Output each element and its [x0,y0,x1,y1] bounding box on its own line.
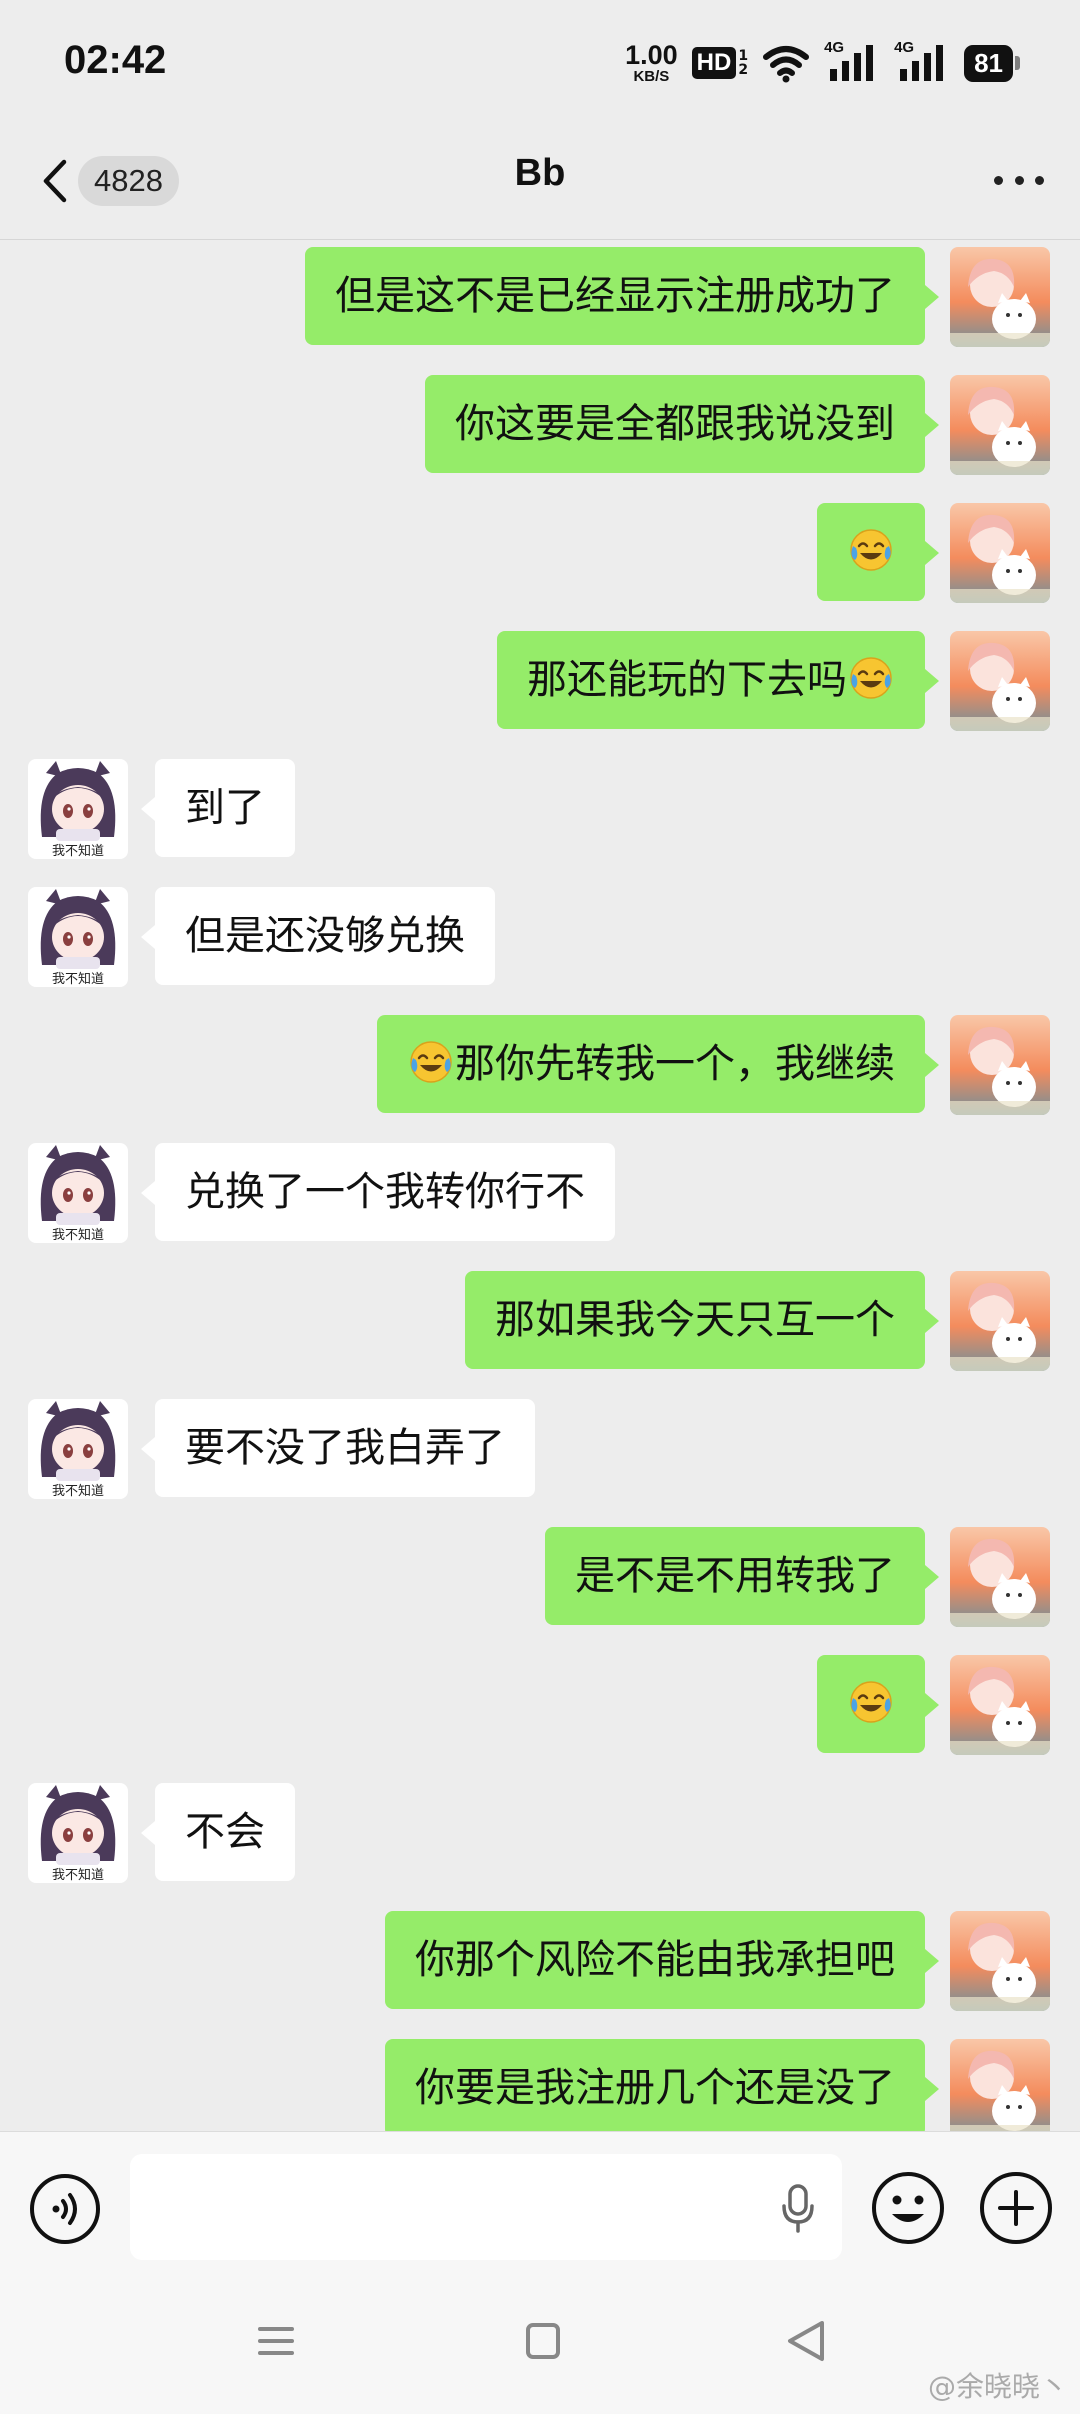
message-input[interactable] [130,2154,842,2260]
message-bubble-sent[interactable] [817,1655,939,1753]
my-avatar[interactable] [950,1911,1050,2011]
contact-avatar[interactable]: 我不知道 [28,759,128,859]
my-avatar[interactable] [950,2039,1050,2131]
message-row: 但是这不是已经显示注册成功了 [0,247,1080,347]
message-bubble-sent[interactable]: 你那个风险不能由我承担吧 [385,1911,939,2009]
message-text: 但是这不是已经显示注册成功了 [335,273,895,319]
message-text: 那你先转我一个，我继续 [455,1041,895,1087]
status-bar: 02:42 1.00 KB/S HD 1 2 4G 4G 81 [0,0,1080,120]
contact-avatar[interactable]: 我不知道 [28,887,128,987]
message-row: 那你先转我一个，我继续 [0,1015,1080,1115]
my-avatar[interactable] [950,1527,1050,1627]
message-row: 我不知道 兑换了一个我转你行不 [0,1143,1080,1243]
message-bubble-sent[interactable]: 那如果我今天只互一个 [465,1271,939,1369]
message-text: 你要是我注册几个还是没了 [415,2065,895,2111]
my-avatar[interactable] [950,631,1050,731]
crying-laughing-emoji-icon [849,1680,893,1724]
watermark: @余晓晓丶 [927,2370,1068,2403]
battery-icon: 81 [964,44,1020,82]
message-row: 你那个风险不能由我承担吧 [0,1911,1080,2011]
message-row: 你这要是全都跟我说没到 [0,375,1080,475]
message-row: 那还能玩的下去吗 [0,631,1080,731]
signal-4g-icon-1: 4G [824,39,880,83]
message-row: 你要是我注册几个还是没了 [0,2039,1080,2131]
chat-title: Bb [514,152,566,194]
hd-sim-numbers: 1 2 [738,49,748,77]
contact-avatar[interactable]: 我不知道 [28,1143,128,1243]
home-icon[interactable] [524,2321,562,2361]
my-avatar[interactable] [950,1271,1050,1371]
chat-input-bar [0,2131,1080,2281]
message-row [0,503,1080,603]
message-bubble-sent[interactable]: 那还能玩的下去吗 [497,631,939,729]
message-row: 那如果我今天只互一个 [0,1271,1080,1371]
message-row: 我不知道 不会 [0,1783,1080,1883]
network-speed: 1.00 KB/S [625,40,678,85]
my-avatar[interactable] [950,1655,1050,1755]
message-list[interactable]: 但是这不是已经显示注册成功了 你这要是全都跟我说没到 那还能玩的下去吗 我不知道… [0,241,1080,2131]
network-speed-unit: KB/S [633,68,670,85]
message-row [0,1655,1080,1755]
message-bubble-sent[interactable]: 是不是不用转我了 [545,1527,939,1625]
avatar-caption: 我不知道 [52,1227,104,1243]
message-text: 到了 [185,785,265,831]
message-bubble-received[interactable]: 要不没了我白弄了 [141,1399,535,1497]
message-bubble-received[interactable]: 到了 [141,759,295,857]
network-speed-value: 1.00 [625,40,678,70]
message-text: 那还能玩的下去吗 [527,657,847,703]
avatar-caption: 我不知道 [52,1867,104,1883]
avatar-caption: 我不知道 [52,843,104,859]
message-bubble-sent[interactable]: 你要是我注册几个还是没了 [385,2039,939,2131]
message-bubble-sent[interactable]: 那你先转我一个，我继续 [377,1015,939,1113]
message-row: 我不知道 但是还没够兑换 [0,887,1080,987]
crying-laughing-emoji-icon [849,528,893,572]
message-row: 我不知道 要不没了我白弄了 [0,1399,1080,1499]
message-text: 不会 [185,1809,265,1855]
battery-cap [1015,56,1020,70]
recent-apps-icon[interactable] [256,2321,296,2361]
chat-header: 4828 Bb [0,120,1080,240]
crying-laughing-emoji-icon [409,1040,453,1084]
microphone-icon[interactable] [776,2182,820,2234]
avatar-caption: 我不知道 [52,1483,104,1499]
message-row: 是不是不用转我了 [0,1527,1080,1627]
status-icons: 1.00 KB/S HD 1 2 4G 4G 81 [625,39,1020,86]
voice-mode-icon[interactable] [28,2172,102,2246]
message-text: 你这要是全都跟我说没到 [455,401,895,447]
contact-avatar[interactable]: 我不知道 [28,1399,128,1499]
contact-avatar[interactable]: 我不知道 [28,1783,128,1883]
message-bubble-sent[interactable] [817,503,939,601]
my-avatar[interactable] [950,247,1050,347]
message-text: 但是还没够兑换 [185,913,465,959]
hd-sim-1: 1 [738,48,749,64]
hd-sim-2: 2 [738,62,749,78]
message-bubble-sent[interactable]: 你这要是全都跟我说没到 [425,375,939,473]
more-options-icon[interactable] [994,176,1044,188]
crying-laughing-emoji-icon [849,656,893,700]
status-time: 02:42 [64,38,167,82]
message-text: 你那个风险不能由我承担吧 [415,1937,895,1983]
message-bubble-sent[interactable]: 但是这不是已经显示注册成功了 [305,247,939,345]
system-back-icon[interactable] [784,2317,828,2365]
message-bubble-received[interactable]: 不会 [141,1783,295,1881]
my-avatar[interactable] [950,1015,1050,1115]
my-avatar[interactable] [950,503,1050,603]
hd-label: HD [691,47,737,79]
message-bubble-received[interactable]: 但是还没够兑换 [141,887,495,985]
add-attachment-icon[interactable] [978,2170,1054,2246]
message-text: 那如果我今天只互一个 [495,1297,895,1343]
system-navigation-bar: @余晓晓丶 [0,2281,1080,2414]
message-text: 兑换了一个我转你行不 [185,1169,585,1215]
avatar-caption: 我不知道 [52,971,104,987]
battery-level: 81 [964,44,1013,82]
message-text: 要不没了我白弄了 [185,1425,505,1471]
my-avatar[interactable] [950,375,1050,475]
signal-4g-icon-2: 4G [894,39,950,83]
message-bubble-received[interactable]: 兑换了一个我转你行不 [141,1143,615,1241]
emoji-picker-icon[interactable] [870,2170,946,2246]
wifi-icon [763,46,810,83]
message-row: 我不知道 到了 [0,759,1080,859]
hd-voice-icon: HD 1 2 [691,47,748,79]
message-text: 是不是不用转我了 [575,1553,895,1599]
